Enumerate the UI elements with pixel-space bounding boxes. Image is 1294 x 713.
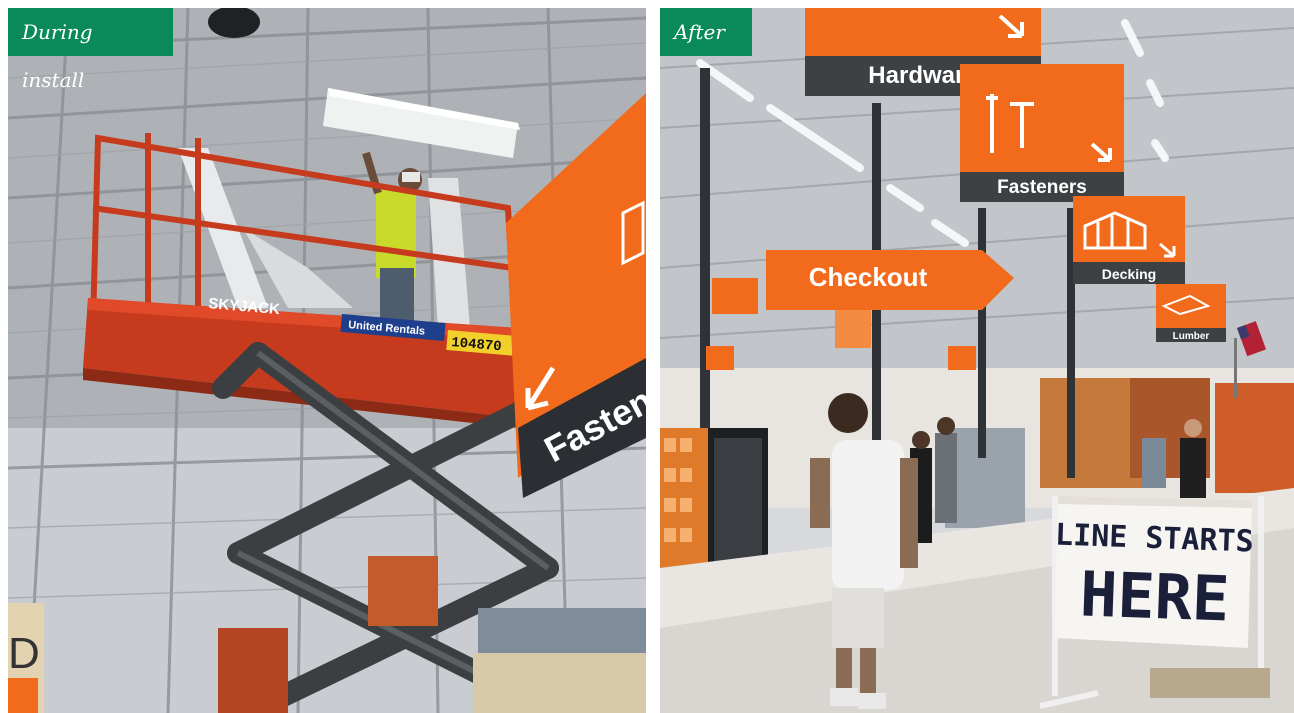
after-label-text: After [674,20,725,44]
checkout-sign-text: Checkout [809,262,928,292]
fasteners-sign-text: Fasteners [997,177,1087,198]
after-photo: Hardware Fasteners Decking Checkout Lumb… [660,8,1294,713]
before-photo: SKYJACK United Rentals 104870 D Fasten [8,8,646,713]
line-starts-text: LINE STARTS [1054,518,1254,560]
before-photo-panel: SKYJACK United Rentals 104870 D Fasten D… [8,8,646,713]
after-label-tag: After [660,8,752,56]
svg-text:D: D [8,629,40,678]
after-photo-panel: Hardware Fasteners Decking Checkout Lumb… [660,8,1294,713]
hardware-sign [805,8,1041,56]
lumber-sign-text: Lumber [1173,331,1210,342]
before-label-tag: During install [8,8,173,92]
before-label-text: During install [22,20,93,92]
decking-sign-text: Decking [1102,266,1156,282]
walking-shopper [832,440,904,590]
here-text: HERE [1079,557,1231,635]
fasteners-sign [960,64,1124,172]
